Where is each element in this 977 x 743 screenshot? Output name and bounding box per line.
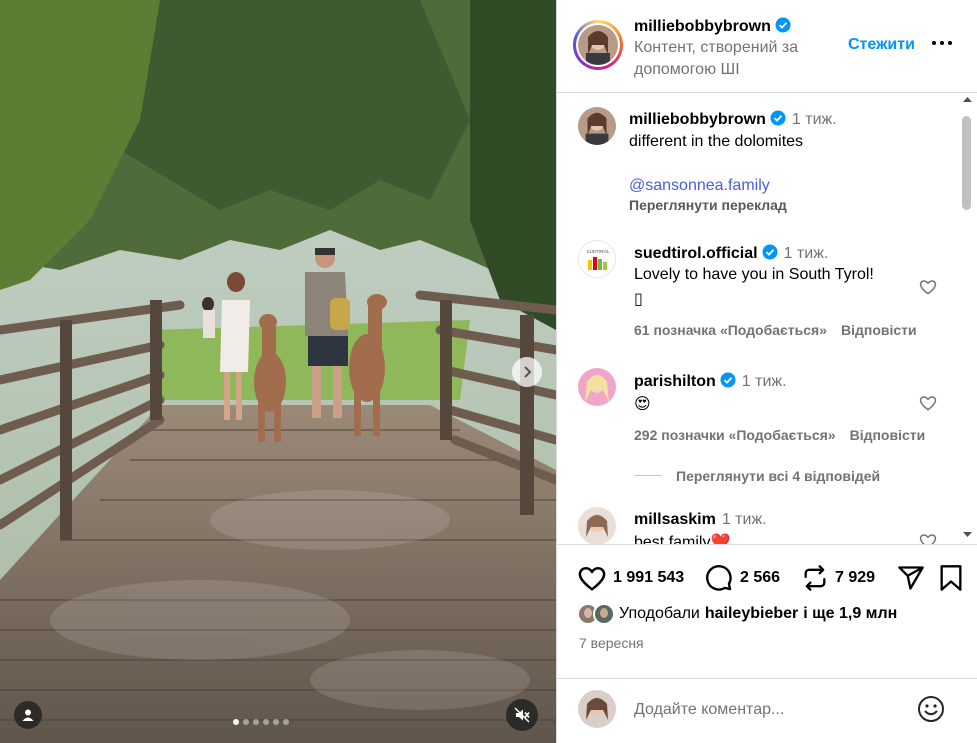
- slide-dot: [253, 719, 259, 725]
- post-actions: 1 991 543 2 566 7 929 Уподобали haileybi…: [557, 544, 977, 651]
- slide-indicator: [233, 719, 289, 725]
- comment-likes-count[interactable]: 292 позначки «Подобається»: [634, 427, 836, 443]
- current-user-avatar: [578, 690, 616, 728]
- liked-by-prefix: Уподобали: [619, 605, 700, 622]
- comment-meta: 292 позначки «Подобається» Відповісти: [634, 427, 939, 443]
- slide-dot: [263, 719, 269, 725]
- comment-username: suedtirol.official 1 тиж.: [634, 244, 829, 262]
- next-slide-button[interactable]: [512, 357, 542, 387]
- caption-time[interactable]: 1 тиж.: [792, 111, 837, 128]
- liked-by-user[interactable]: haileybieber: [705, 605, 798, 623]
- likes-count[interactable]: 1 991 543: [613, 569, 684, 587]
- verified-icon: [762, 244, 778, 260]
- comment-text: Lovely to have you in South Tyrol!: [634, 266, 874, 283]
- chevron-right-icon: [524, 366, 532, 378]
- user-tag-icon: [22, 709, 34, 721]
- scrollbar-thumb[interactable]: [962, 116, 971, 210]
- liked-by-others[interactable]: і ще 1,9 млн: [803, 605, 897, 623]
- share-icon[interactable]: [897, 564, 925, 592]
- emoji-icon[interactable]: [917, 695, 945, 723]
- comment-input[interactable]: [634, 697, 904, 723]
- like-button[interactable]: 1 991 543: [577, 564, 684, 592]
- caption-mention[interactable]: @sansonnea.family: [629, 177, 770, 195]
- liked-by: Уподобали haileybieber і ще 1,9 млн: [577, 603, 897, 625]
- comment-avatar[interactable]: [578, 368, 616, 406]
- post-photo: [0, 0, 556, 743]
- bookmark-icon[interactable]: [938, 564, 964, 592]
- slide-dot: [243, 719, 249, 725]
- add-comment-bar: [557, 678, 977, 743]
- author-username[interactable]: milliebobbybrown: [634, 17, 791, 36]
- mute-button[interactable]: [506, 699, 538, 731]
- slide-dot: [283, 719, 289, 725]
- replies-divider: [634, 475, 662, 476]
- comment-meta: 61 позначка «Подобається» Відповісти: [634, 322, 931, 338]
- reply-button[interactable]: Відповісти: [841, 322, 917, 338]
- caption-text: different in the dolomites: [629, 133, 804, 150]
- post-details-panel: milliebobbybrown Контент, створений за д…: [556, 0, 977, 743]
- mute-icon: [514, 707, 530, 723]
- liker-avatar[interactable]: [593, 603, 615, 625]
- post-date[interactable]: 7 вересня: [579, 635, 644, 651]
- reposts-count[interactable]: 7 929: [835, 569, 875, 587]
- comment-icon: [706, 565, 732, 591]
- more-icon[interactable]: [931, 34, 953, 52]
- comments-list[interactable]: milliebobbybrown 1 тиж. different in the …: [557, 94, 977, 544]
- svg-text:SÜDTIROL: SÜDTIROL: [587, 248, 610, 254]
- comment-text-extra: ▯: [634, 291, 643, 308]
- comment-username: millsaskim 1 тиж.: [634, 511, 767, 528]
- comment-like-icon[interactable]: [918, 393, 938, 413]
- caption-username: milliebobbybrown 1 тиж.: [629, 110, 837, 128]
- post-media[interactable]: [0, 0, 556, 743]
- heart-icon: [578, 567, 606, 591]
- comments-count[interactable]: 2 566: [740, 569, 780, 587]
- comment-like-icon[interactable]: [918, 277, 938, 297]
- repost-icon: [804, 565, 826, 591]
- comment-button[interactable]: 2 566: [704, 564, 780, 592]
- post-header: milliebobbybrown Контент, створений за д…: [557, 0, 977, 93]
- verified-icon: [775, 17, 791, 33]
- tagged-users-button[interactable]: [14, 701, 42, 729]
- comment-avatar[interactable]: SÜDTIROL: [578, 240, 616, 278]
- comment-username: parishilton 1 тиж.: [634, 372, 787, 390]
- slide-dot: [233, 719, 239, 725]
- caption-avatar[interactable]: [578, 107, 616, 145]
- follow-button[interactable]: Стежити: [848, 36, 915, 54]
- comment-likes-count[interactable]: 61 позначка «Подобається»: [634, 322, 827, 338]
- translate-link[interactable]: Переглянути переклад: [629, 197, 787, 213]
- view-replies-button[interactable]: Переглянути всі 4 відповідей: [676, 468, 880, 484]
- slide-dot: [273, 719, 279, 725]
- repost-button[interactable]: 7 929: [801, 564, 875, 592]
- comment-like-icon[interactable]: [918, 531, 938, 544]
- comment-text: best family❤️: [634, 534, 731, 544]
- author-avatar[interactable]: [573, 20, 623, 70]
- ai-content-label[interactable]: Контент, створений за допомогою ШІ: [634, 37, 834, 81]
- verified-icon: [770, 110, 786, 126]
- verified-icon: [720, 372, 736, 388]
- comment-text: 😍: [634, 396, 651, 413]
- comment-avatar[interactable]: [578, 507, 616, 544]
- reply-button[interactable]: Відповісти: [850, 427, 926, 443]
